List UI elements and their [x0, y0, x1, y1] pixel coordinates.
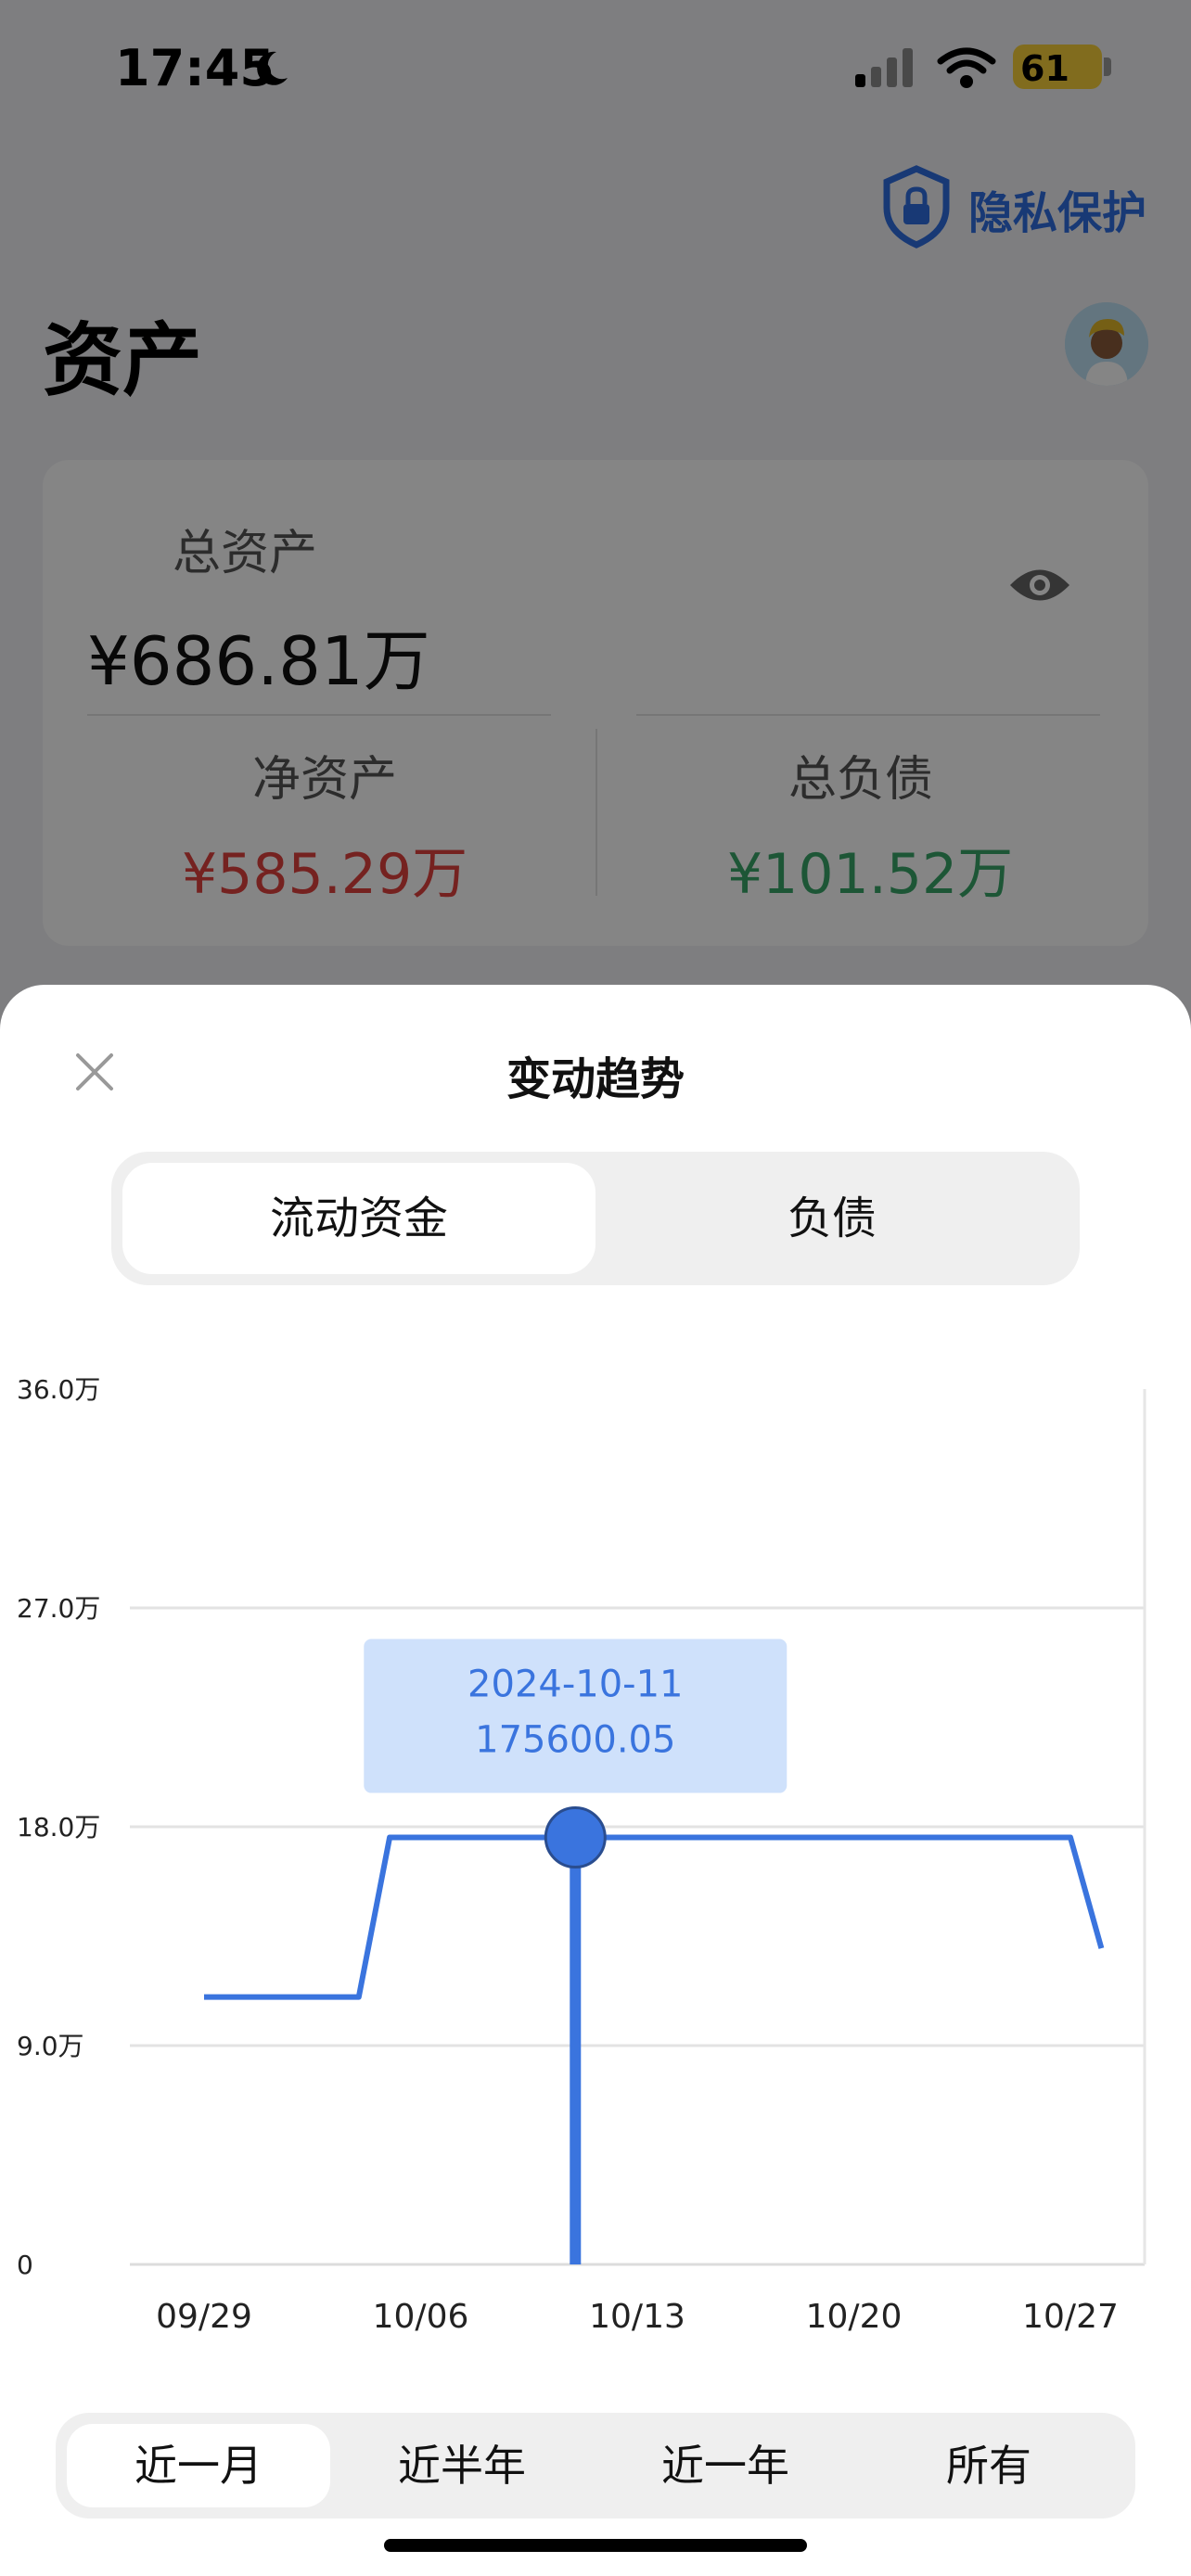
range-switcher: 近一月 近半年 近一年 所有 — [56, 2413, 1135, 2519]
screen: 17:45 61 隐私保护 资产 总资产 ¥686.81万 净资产 ¥585.2… — [0, 0, 1191, 2576]
sheet-title: 变动趋势 — [506, 1053, 685, 1105]
range-one-year[interactable]: 近一年 — [594, 2424, 857, 2507]
range-half-year[interactable]: 近半年 — [330, 2424, 594, 2507]
tab-switcher: 流动资金 负债 — [111, 1152, 1080, 1285]
y-axis-ticks: 0 9.0万 18.0万 27.0万 36.0万 — [17, 1374, 100, 2280]
home-indicator — [384, 2539, 807, 2552]
range-one-month[interactable]: 近一月 — [67, 2424, 330, 2507]
tooltip-box — [364, 1639, 788, 1793]
y-tick-label: 9.0万 — [17, 2031, 84, 2061]
tooltip-value: 175600.05 — [475, 1719, 675, 1762]
chart-grid — [130, 1389, 1146, 2266]
y-tick-label: 18.0万 — [17, 1812, 100, 1843]
x-tick-label: 10/13 — [589, 2298, 685, 2336]
trend-chart[interactable]: 0 9.0万 18.0万 27.0万 36.0万 09/29 10/06 10/13 10/2… — [0, 1335, 1191, 2346]
x-tick-label: 10/06 — [373, 2298, 469, 2336]
x-axis-ticks: 09/29 10/06 10/13 10/20 10/27 — [156, 2298, 1119, 2336]
tooltip-date: 2024-10-11 — [467, 1664, 683, 1706]
x-tick-label: 10/20 — [806, 2298, 903, 2336]
x-tick-label: 10/27 — [1022, 2298, 1119, 2336]
tab-liquid-funds[interactable]: 流动资金 — [122, 1163, 596, 1274]
tab-liabilities[interactable]: 负债 — [596, 1163, 1069, 1274]
y-tick-label: 0 — [17, 2250, 33, 2280]
x-tick-label: 09/29 — [156, 2298, 252, 2336]
chart-tooltip: 2024-10-11 175600.05 — [364, 1639, 788, 1793]
y-tick-label: 36.0万 — [17, 1374, 100, 1405]
chart-series — [204, 1806, 1105, 2264]
y-tick-label: 27.0万 — [17, 1593, 100, 1624]
range-all[interactable]: 所有 — [857, 2424, 1121, 2507]
hover-point — [544, 1806, 607, 1869]
series-line — [204, 1834, 1105, 2000]
